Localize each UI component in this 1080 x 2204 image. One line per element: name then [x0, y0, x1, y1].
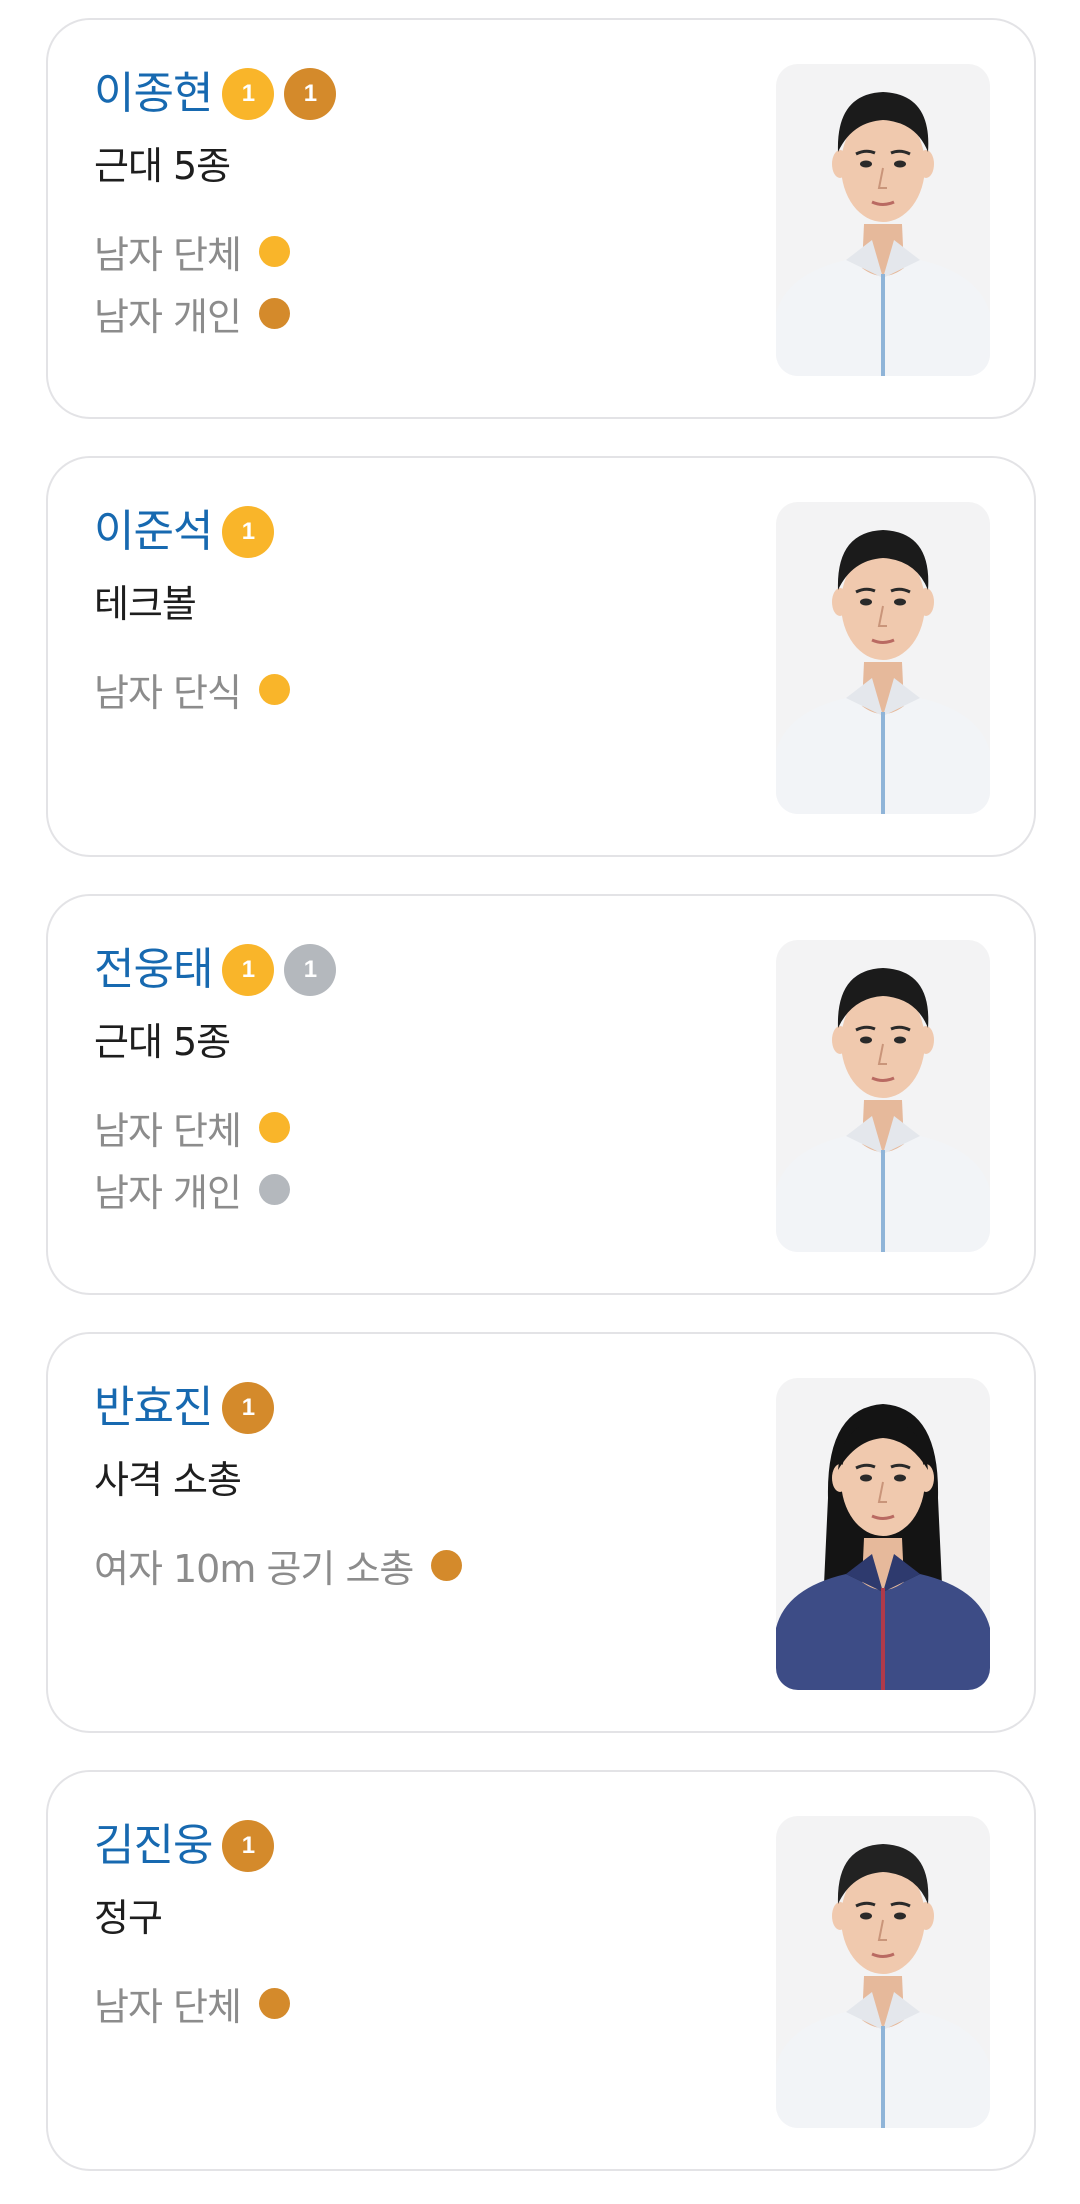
- event-name: 남자 단체: [94, 1984, 242, 2029]
- sport-name: 사격 소총: [94, 1458, 242, 1502]
- portrait-icon: [776, 968, 990, 1252]
- event-name: 남자 단체: [94, 232, 242, 277]
- athlete-name[interactable]: 전웅태: [94, 940, 213, 1000]
- name-row: 이종현 1 1: [94, 64, 337, 124]
- event-item: 남자 단식: [94, 658, 290, 720]
- athlete-card[interactable]: 반효진 1 사격 소총 여자 10m 공기 소총: [46, 1332, 1036, 1733]
- athlete-card[interactable]: 전웅태 1 1 근대 5종 남자 단체 남자 개인: [46, 894, 1036, 1295]
- sport-name: 정구: [94, 1896, 163, 1940]
- event-item: 남자 단체: [94, 220, 290, 282]
- portrait-icon: [776, 530, 990, 814]
- medal-dot-icon: [258, 235, 290, 267]
- sport-name: 근대 5종: [94, 1020, 231, 1064]
- medal-count-badge: 1: [222, 68, 275, 120]
- event-item: 남자 개인: [94, 282, 290, 344]
- medal-dot-icon: [258, 673, 290, 705]
- event-item: 남자 단체: [94, 1972, 290, 2034]
- athlete-photo[interactable]: [776, 940, 990, 1252]
- medal-dot-icon: [258, 1173, 290, 1205]
- medal-count-badge: 1: [222, 506, 275, 558]
- athlete-photo[interactable]: [776, 1816, 990, 2128]
- event-name: 남자 개인: [94, 294, 242, 339]
- athlete-name[interactable]: 반효진: [94, 1378, 213, 1438]
- medal-count-badge: 1: [222, 1820, 275, 1872]
- medal-count-badge: 1: [222, 1382, 275, 1434]
- medal-dot-icon: [431, 1549, 463, 1581]
- event-name: 여자 10m 공기 소총: [94, 1546, 414, 1591]
- event-list: 남자 단식: [94, 658, 290, 720]
- medal-count-badge: 1: [222, 944, 275, 996]
- athlete-card[interactable]: 이종현 1 1 근대 5종 남자 단체 남자 개인: [46, 18, 1036, 419]
- medal-dot-icon: [258, 297, 290, 329]
- athlete-name[interactable]: 김진웅: [94, 1816, 213, 1876]
- event-list: 여자 10m 공기 소총: [94, 1534, 463, 1596]
- athlete-name[interactable]: 이종현: [94, 64, 213, 124]
- portrait-icon: [776, 1844, 990, 2128]
- event-name: 남자 개인: [94, 1170, 242, 1215]
- event-list: 남자 단체 남자 개인: [94, 220, 290, 344]
- athlete-card[interactable]: 이준석 1 테크볼 남자 단식: [46, 456, 1036, 857]
- athlete-name[interactable]: 이준석: [94, 502, 213, 562]
- event-item: 남자 개인: [94, 1158, 290, 1220]
- name-row: 전웅태 1 1: [94, 940, 337, 1000]
- medal-count-badge: 1: [284, 68, 337, 120]
- medal-dot-icon: [258, 1111, 290, 1143]
- athlete-photo[interactable]: [776, 1378, 990, 1690]
- portrait-icon: [776, 92, 990, 376]
- name-row: 반효진 1: [94, 1378, 275, 1438]
- medal-dot-icon: [258, 1987, 290, 2019]
- event-name: 남자 단체: [94, 1108, 242, 1153]
- athlete-card[interactable]: 김진웅 1 정구 남자 단체: [46, 1770, 1036, 2171]
- event-name: 남자 단식: [94, 670, 242, 715]
- name-row: 김진웅 1: [94, 1816, 275, 1876]
- event-list: 남자 단체 남자 개인: [94, 1096, 290, 1220]
- sport-name: 테크볼: [94, 582, 197, 626]
- athlete-photo[interactable]: [776, 502, 990, 814]
- name-row: 이준석 1: [94, 502, 275, 562]
- event-item: 남자 단체: [94, 1096, 290, 1158]
- event-list: 남자 단체: [94, 1972, 290, 2034]
- athlete-photo[interactable]: [776, 64, 990, 376]
- medal-count-badge: 1: [284, 944, 337, 996]
- event-item: 여자 10m 공기 소총: [94, 1534, 463, 1596]
- portrait-icon: [776, 1404, 990, 1690]
- sport-name: 근대 5종: [94, 144, 231, 188]
